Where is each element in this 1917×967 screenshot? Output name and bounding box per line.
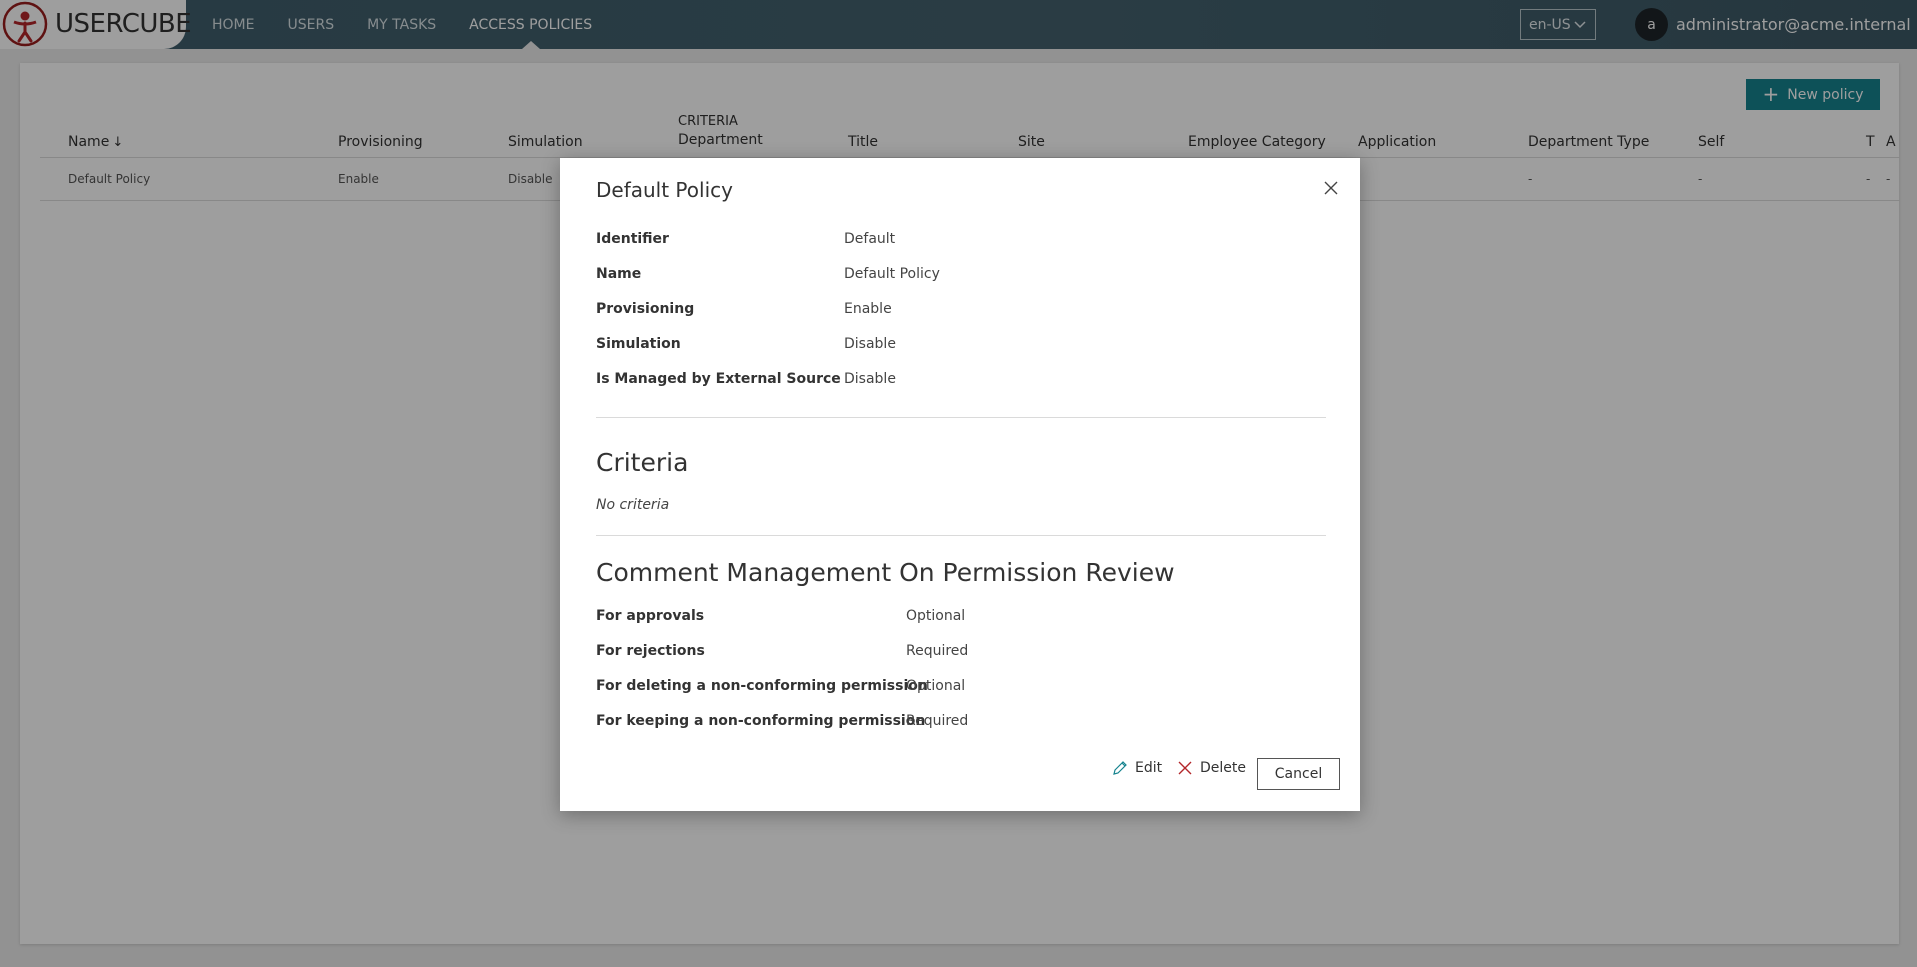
criteria-title: Criteria — [596, 448, 689, 477]
property-value: Disable — [844, 336, 896, 352]
comment-value: Optional — [906, 608, 966, 624]
x-icon — [1178, 761, 1192, 775]
close-icon[interactable] — [1322, 179, 1340, 197]
comment-management-title: Comment Management On Permission Review — [596, 558, 1175, 587]
comment-value: Optional — [906, 678, 966, 694]
cancel-button[interactable]: Cancel — [1257, 758, 1340, 790]
property-value: Enable — [844, 301, 892, 317]
property-value: Disable — [844, 371, 896, 387]
comment-label: For deleting a non-conforming permission — [596, 678, 928, 694]
delete-button[interactable]: Delete — [1177, 760, 1246, 776]
comment-value: Required — [906, 643, 969, 659]
property-label: Is Managed by External Source — [596, 371, 841, 387]
comment-label: For rejections — [596, 643, 705, 659]
property-label: Provisioning — [596, 301, 695, 317]
delete-label: Delete — [1200, 760, 1246, 776]
edit-label: Edit — [1135, 760, 1163, 776]
edit-button[interactable]: Edit — [1112, 760, 1162, 776]
property-label: Name — [596, 266, 642, 282]
comment-value: Required — [906, 713, 969, 729]
pencil-icon — [1113, 761, 1127, 775]
property-label: Identifier — [596, 231, 669, 247]
no-criteria-text: No criteria — [596, 497, 670, 513]
property-label: Simulation — [596, 336, 681, 352]
property-value: Default — [844, 231, 896, 247]
property-value: Default Policy — [844, 266, 940, 282]
comment-label: For keeping a non-conforming permission — [596, 713, 926, 729]
divider — [596, 535, 1326, 536]
comment-label: For approvals — [596, 608, 705, 624]
divider — [596, 417, 1326, 418]
dialog-title: Default Policy — [596, 178, 733, 202]
policy-detail-dialog: Default Policy Identifier Default Name D… — [560, 158, 1360, 811]
